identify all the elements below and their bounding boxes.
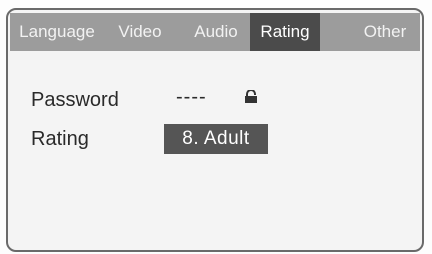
tab-language[interactable]: Language <box>10 13 104 51</box>
password-field[interactable]: ---- <box>176 85 207 109</box>
tab-video[interactable]: Video <box>108 13 172 51</box>
rating-label: Rating <box>31 128 89 150</box>
tab-rating[interactable]: Rating <box>250 13 320 51</box>
lock-icon <box>244 89 258 103</box>
tab-other[interactable]: Other <box>350 13 420 51</box>
rating-value-select[interactable]: 8. Adult <box>164 124 268 154</box>
tab-bar: Language Video Audio Rating Other <box>10 13 420 51</box>
tab-audio[interactable]: Audio <box>186 13 246 51</box>
password-label: Password <box>31 89 119 111</box>
